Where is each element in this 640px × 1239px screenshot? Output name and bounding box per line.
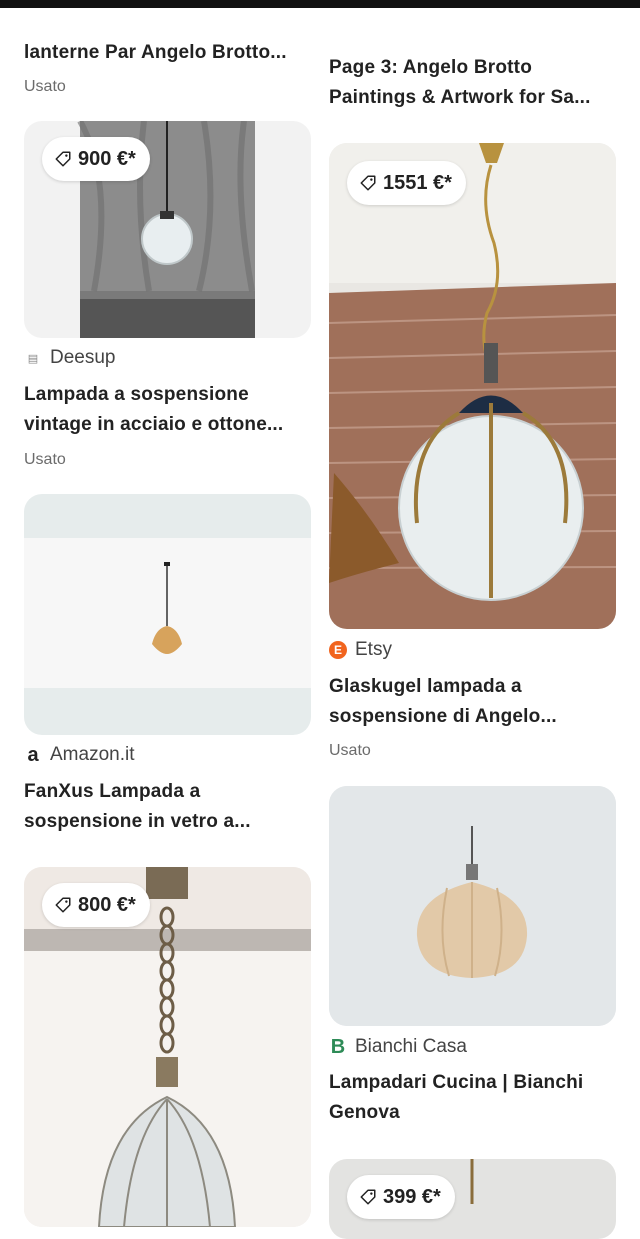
bianchi-icon: B [330,1035,346,1058]
price-tag-icon [55,897,71,913]
result-title[interactable]: lanterne Par Angelo Brotto... [24,38,324,68]
result-title[interactable]: Lampada a sospensione vintage in acciaio… [24,380,314,440]
title-line: Glaskugel lampada a [329,676,522,697]
lamp-photo-image [329,143,616,629]
price-value: 900 €* [78,147,136,170]
product-image-card[interactable] [329,786,616,1026]
price-tag-icon [360,1189,376,1205]
title-line: Lampadari Cucina | Bianchi [329,1072,584,1093]
product-image-card[interactable]: 900 €* [24,121,311,338]
condition-label: Usato [24,78,66,95]
lamp-photo-image [24,538,311,688]
source-row: ▤ Deesup [24,347,116,369]
source-name: Deesup [50,347,116,368]
result-title[interactable]: Lampadari Cucina | Bianchi Genova [329,1068,629,1128]
product-image-card[interactable]: 399 €* [329,1159,616,1239]
price-badge: 399 €* [347,1175,455,1219]
title-line: Paintings & Artwork for Sa... [329,87,591,108]
title-line: FanXus Lampada a [24,781,201,802]
price-value: 1551 €* [383,171,452,194]
title-line: Lampada a sospensione [24,384,249,405]
product-image-card[interactable] [24,494,311,735]
source-name: Amazon.it [50,744,135,765]
amazon-icon: a [27,743,39,766]
source-name: Bianchi Casa [355,1036,467,1057]
source-row: E Etsy [329,639,392,661]
source-row: a Amazon.it [24,744,134,766]
title-line: Genova [329,1102,400,1123]
source-name: Etsy [355,639,392,660]
title-line: sospensione di Angelo... [329,706,557,727]
title-line: Page 3: Angelo Brotto [329,57,533,78]
result-title[interactable]: Glaskugel lampada a sospensione di Angel… [329,672,629,732]
price-tag-icon [55,151,71,167]
deesup-icon: ▤ [27,352,39,365]
result-title[interactable]: Page 3: Angelo Brotto Paintings & Artwor… [329,53,629,113]
product-image-card[interactable]: 1551 €* [329,143,616,629]
source-row: B Bianchi Casa [329,1036,467,1058]
title-line: vintage in acciaio e ottone... [24,414,284,435]
price-value: 800 €* [78,893,136,916]
price-badge: 800 €* [42,883,150,927]
price-badge: 900 €* [42,137,150,181]
title-line: sospensione in vetro a... [24,811,251,832]
result-title[interactable]: FanXus Lampada a sospensione in vetro a.… [24,777,314,837]
price-tag-icon [360,175,376,191]
price-value: 399 €* [383,1185,441,1208]
condition-label: Usato [329,742,371,759]
condition-label: Usato [24,451,66,468]
status-bar [0,0,640,8]
etsy-icon: E [329,641,347,659]
price-badge: 1551 €* [347,161,466,205]
product-image-card[interactable]: 800 €* [24,867,311,1227]
lamp-photo-image [329,786,616,1026]
